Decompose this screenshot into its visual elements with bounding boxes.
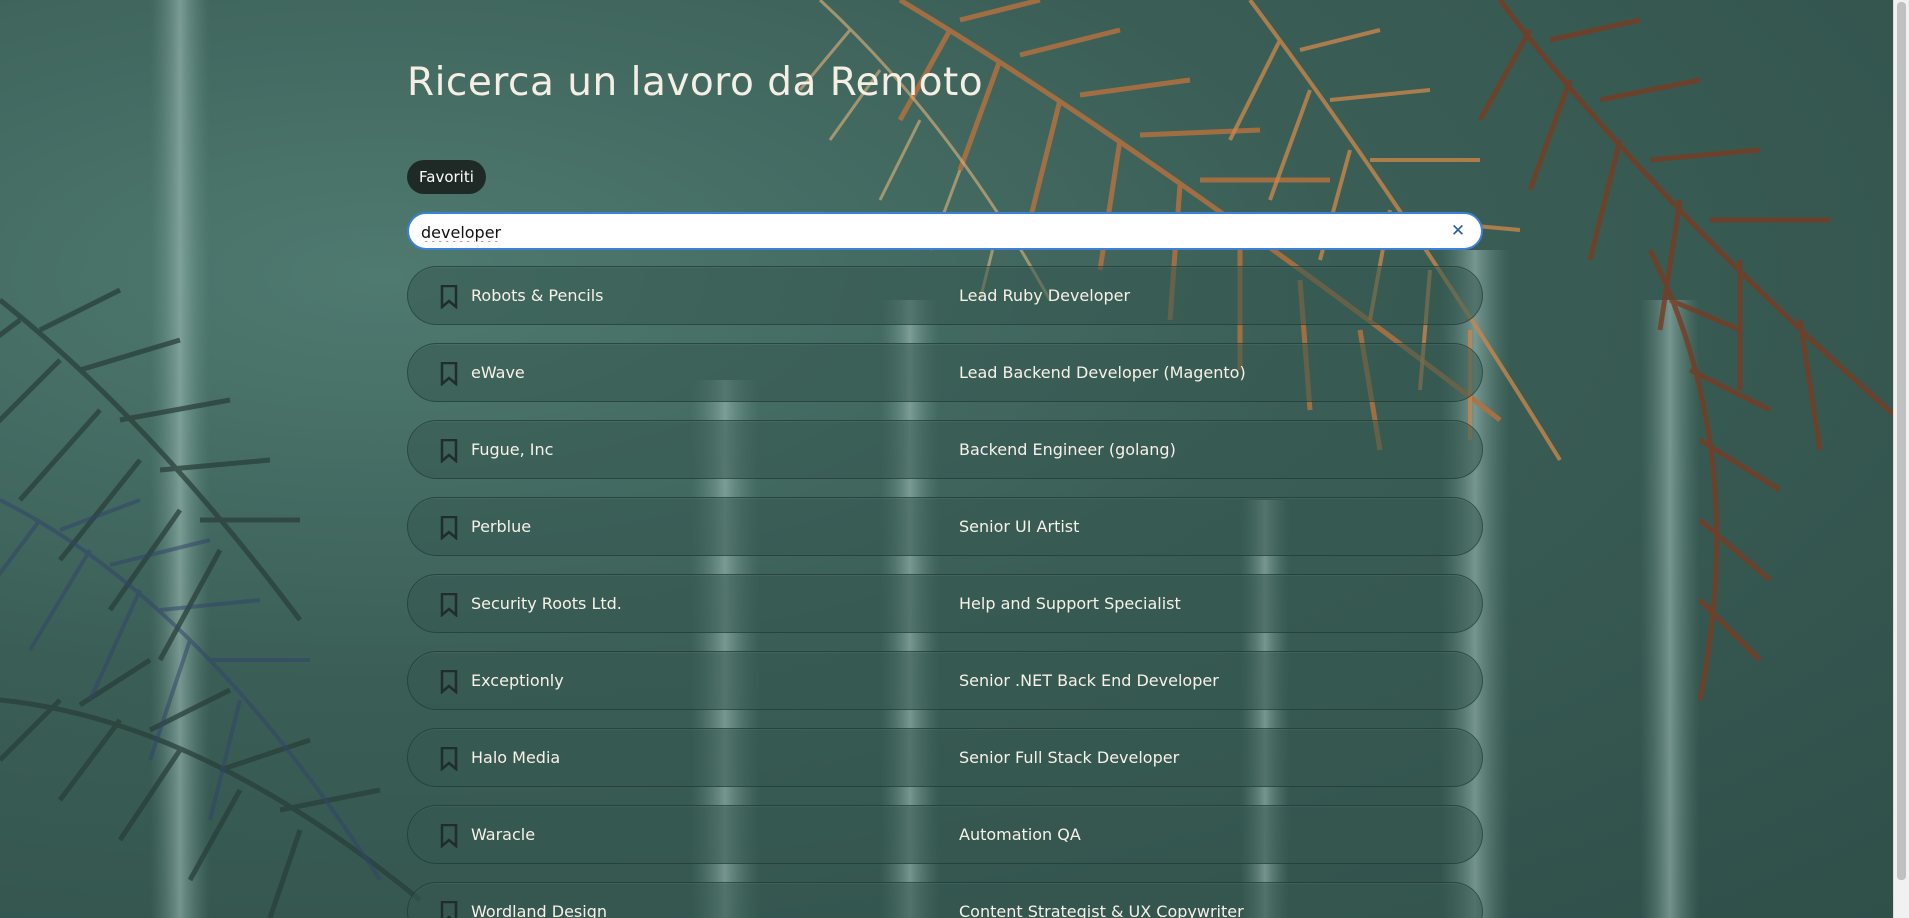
bookmark-icon[interactable] [440, 516, 458, 540]
job-row[interactable]: Fugue, Inc Backend Engineer (golang) [407, 420, 1483, 479]
bookmark-icon[interactable] [440, 670, 458, 694]
bookmark-icon[interactable] [440, 901, 458, 918]
company-name: Wordland Design [471, 902, 607, 918]
bookmark-icon[interactable] [440, 824, 458, 848]
page-title: Ricerca un lavoro da Remoto [407, 60, 984, 105]
job-row[interactable]: Exceptionly Senior .NET Back End Develop… [407, 651, 1483, 710]
job-title: Lead Backend Developer (Magento) [959, 363, 1246, 382]
job-row[interactable]: eWave Lead Backend Developer (Magento) [407, 343, 1483, 402]
job-title: Senior UI Artist [959, 517, 1080, 536]
job-title: Senior .NET Back End Developer [959, 671, 1219, 690]
job-title: Help and Support Specialist [959, 594, 1181, 613]
job-row[interactable]: Halo Media Senior Full Stack Developer [407, 728, 1483, 787]
job-row[interactable]: Perblue Senior UI Artist [407, 497, 1483, 556]
job-row[interactable]: Wordland Design Content Strategist & UX … [407, 882, 1483, 918]
job-title: Content Strategist & UX Copywriter [959, 902, 1244, 918]
bookmark-icon[interactable] [440, 593, 458, 617]
favorites-button[interactable]: Favoriti [407, 160, 486, 194]
search-box: ✕ [407, 212, 1483, 250]
company-name: Halo Media [471, 748, 561, 767]
job-title: Automation QA [959, 825, 1081, 844]
job-row[interactable]: Security Roots Ltd. Help and Support Spe… [407, 574, 1483, 633]
company-name: Fugue, Inc [471, 440, 554, 459]
vertical-scrollbar[interactable] [1893, 0, 1909, 918]
job-row[interactable]: Robots & Pencils Lead Ruby Developer [407, 266, 1483, 325]
scrollbar-thumb[interactable] [1897, 2, 1906, 880]
search-input[interactable] [419, 214, 1433, 250]
company-name: eWave [471, 363, 525, 382]
job-row[interactable]: Waracle Automation QA [407, 805, 1483, 864]
job-title: Backend Engineer (golang) [959, 440, 1176, 459]
company-name: Exceptionly [471, 671, 564, 690]
close-icon[interactable]: ✕ [1447, 220, 1469, 242]
company-name: Security Roots Ltd. [471, 594, 622, 613]
bookmark-icon[interactable] [440, 439, 458, 463]
company-name: Robots & Pencils [471, 286, 604, 305]
bookmark-icon[interactable] [440, 362, 458, 386]
company-name: Waracle [471, 825, 536, 844]
job-title: Senior Full Stack Developer [959, 748, 1180, 767]
company-name: Perblue [471, 517, 532, 536]
bookmark-icon[interactable] [440, 747, 458, 771]
bookmark-icon[interactable] [440, 285, 458, 309]
job-title: Lead Ruby Developer [959, 286, 1131, 305]
